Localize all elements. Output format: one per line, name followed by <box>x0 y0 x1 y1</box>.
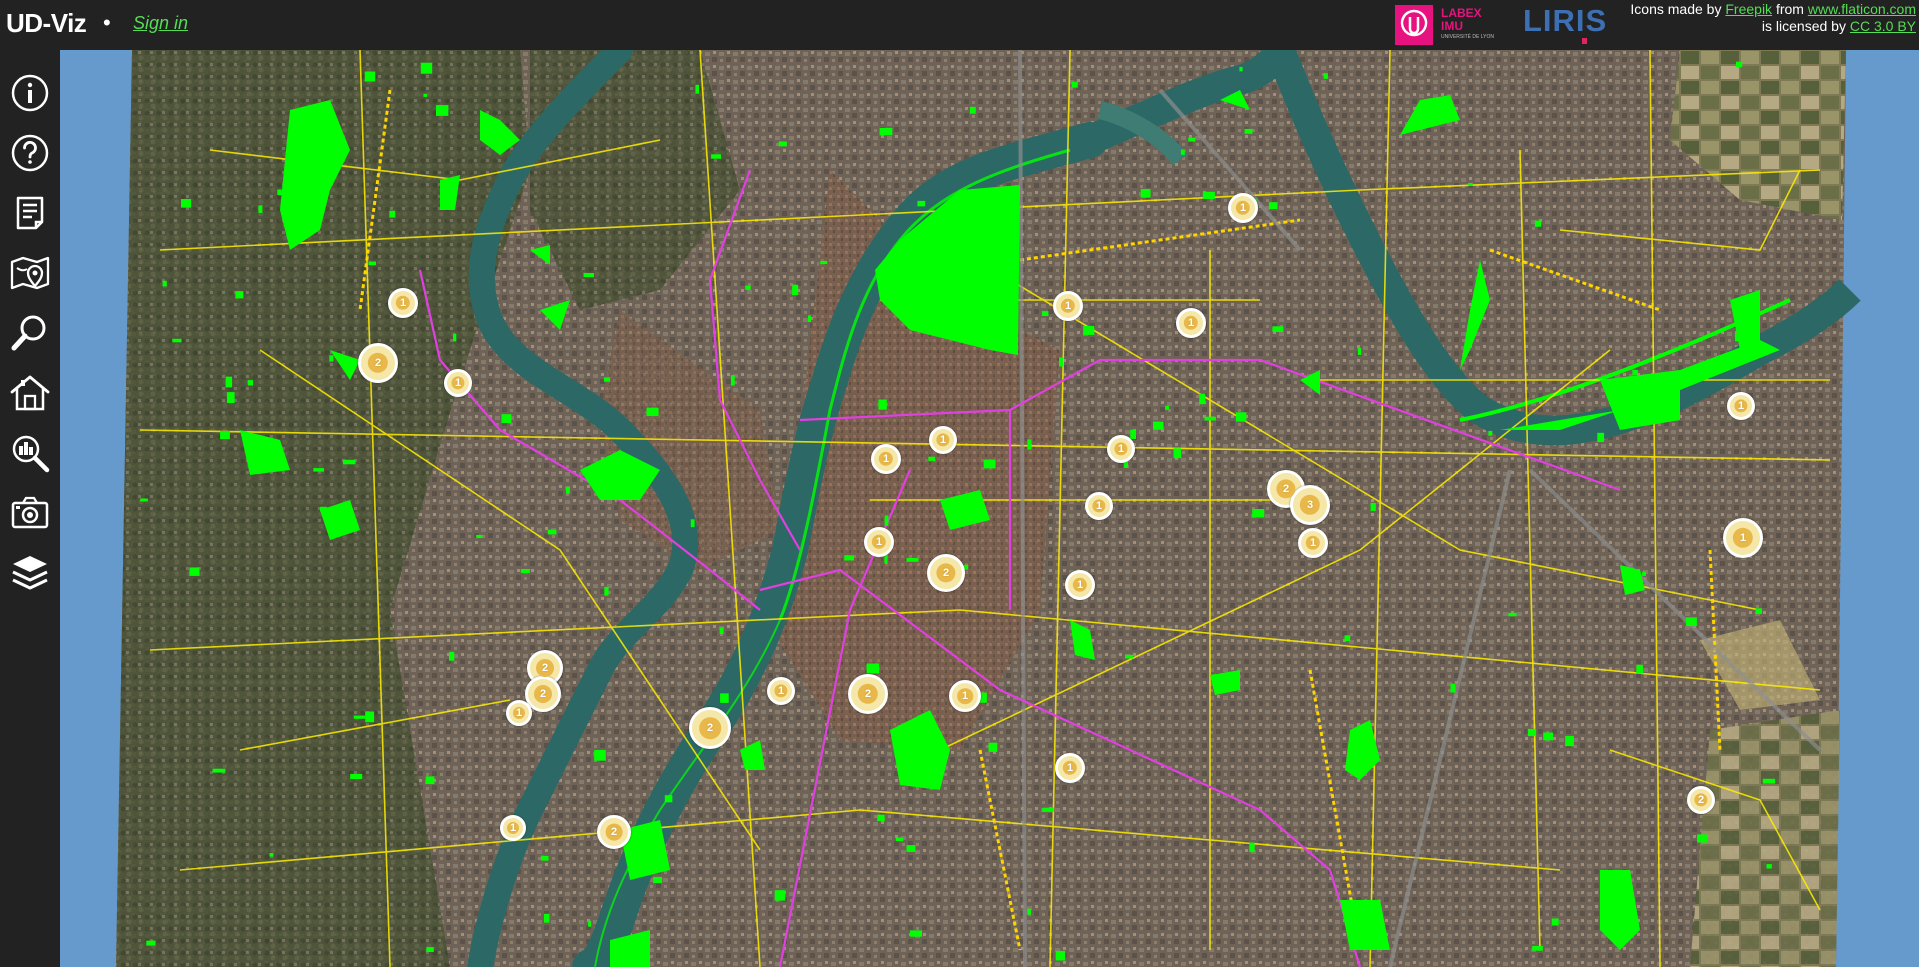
liris-logo-accent <box>1582 38 1587 44</box>
cluster-count: 1 <box>1309 537 1317 549</box>
marker-cluster[interactable]: 1 <box>864 527 894 557</box>
marker-cluster[interactable]: 1 <box>388 288 418 318</box>
side-toolbar <box>0 50 60 967</box>
sign-in-link[interactable]: Sign in <box>133 13 188 34</box>
top-bar: UD-Viz • Sign in LABEX IMU UNIVERSITÉ DE… <box>0 0 1919 50</box>
cluster-count: 2 <box>1282 483 1290 495</box>
marker-cluster[interactable]: 1 <box>949 680 981 712</box>
marker-cluster[interactable]: 2 <box>927 554 965 592</box>
search-icon <box>11 315 46 351</box>
title-dot: • <box>103 10 111 35</box>
marker-cluster[interactable]: 1 <box>1228 193 1258 223</box>
cluster-count: 2 <box>942 567 950 579</box>
cluster-count: 1 <box>1064 300 1072 312</box>
marker-cluster[interactable]: 2 <box>848 674 888 714</box>
cluster-count: 1 <box>515 707 523 719</box>
documents-button[interactable] <box>9 192 51 234</box>
icon-credits: Icons made by Freepik from www.flaticon.… <box>1630 1 1916 35</box>
liris-logo: LIRIS <box>1523 3 1608 38</box>
map-viewport[interactable]: 1 2 1 1 1 1 1 1 1 1 2 3 1 1 1 1 2 1 2 2 1 1 2 1 2 1 2 1 2 <box>60 50 1919 967</box>
license-link[interactable]: CC 3.0 BY <box>1850 18 1916 34</box>
marker-cluster[interactable]: 1 <box>1085 492 1113 520</box>
help-button[interactable] <box>9 132 51 174</box>
cluster-count: 2 <box>541 662 549 674</box>
cluster-count: 1 <box>399 297 407 309</box>
layers-icon <box>12 556 48 590</box>
labex-logo-mark <box>1395 5 1433 45</box>
cluster-count: 1 <box>1095 500 1103 512</box>
marker-cluster[interactable]: 1 <box>1298 528 1328 558</box>
cluster-count: 1 <box>777 685 785 697</box>
marker-cluster[interactable]: 2 <box>1687 786 1715 814</box>
cluster-count: 1 <box>939 434 947 446</box>
cluster-count: 2 <box>610 826 618 838</box>
cluster-count: 1 <box>961 690 969 702</box>
flaticon-link[interactable]: www.flaticon.com <box>1808 1 1916 17</box>
map-pin-icon <box>10 256 50 290</box>
credits-text: from <box>1775 1 1804 17</box>
search-button[interactable] <box>9 312 51 354</box>
house-icon <box>10 375 50 411</box>
labex-wordmark: LABEX IMU <box>1441 7 1482 33</box>
marker-cluster[interactable]: 1 <box>871 444 901 474</box>
credits-text: is licensed by <box>1761 18 1846 34</box>
credits-line2: is licensed by CC 3.0 BY <box>1630 18 1916 35</box>
inspect-city-icon <box>12 435 50 473</box>
marker-cluster[interactable]: 2 <box>597 815 631 849</box>
credits-text: Icons made by <box>1630 1 1722 17</box>
marker-cluster[interactable]: 3 <box>1290 485 1330 525</box>
marker-cluster[interactable]: 1 <box>500 815 526 841</box>
cluster-count: 1 <box>1739 532 1747 544</box>
cluster-count: 1 <box>1117 443 1125 455</box>
marker-cluster[interactable]: 2 <box>689 707 731 749</box>
cluster-count: 1 <box>882 453 890 465</box>
cluster-count: 1 <box>875 536 883 548</box>
cluster-count: 2 <box>1697 794 1705 806</box>
app-title: UD-Viz <box>6 8 87 38</box>
labex-imu-logo: LABEX IMU UNIVERSITÉ DE LYON <box>1395 5 1495 45</box>
cluster-count: 2 <box>374 357 382 369</box>
freepik-link[interactable]: Freepik <box>1725 1 1772 17</box>
document-icon <box>16 196 44 230</box>
info-icon <box>11 74 49 112</box>
marker-cluster[interactable]: 1 <box>1723 518 1763 558</box>
inspect-button[interactable] <box>9 432 51 474</box>
marker-cluster[interactable]: 1 <box>929 426 957 454</box>
marker-cluster[interactable]: 1 <box>444 369 472 397</box>
cluster-count: 1 <box>1076 579 1084 591</box>
marker-cluster[interactable]: 1 <box>506 700 532 726</box>
cluster-count: 2 <box>539 688 547 700</box>
cluster-count: 1 <box>1187 317 1195 329</box>
marker-cluster[interactable]: 1 <box>1727 392 1755 420</box>
building-button[interactable] <box>9 372 51 414</box>
cluster-count: 1 <box>1066 762 1074 774</box>
cluster-count: 1 <box>454 377 462 389</box>
credits-line1: Icons made by Freepik from www.flaticon.… <box>1630 1 1916 18</box>
labex-line2: IMU <box>1441 19 1463 33</box>
question-icon <box>11 134 49 172</box>
labex-subtitle: UNIVERSITÉ DE LYON <box>1441 34 1494 40</box>
marker-cluster[interactable]: 1 <box>1053 291 1083 321</box>
cluster-count: 1 <box>1239 202 1247 214</box>
cluster-count: 1 <box>1737 400 1745 412</box>
camera-icon <box>11 496 49 529</box>
cluster-count: 2 <box>706 722 714 734</box>
marker-cluster[interactable]: 1 <box>1065 570 1095 600</box>
marker-cluster[interactable]: 1 <box>1176 308 1206 338</box>
cluster-count: 2 <box>864 688 872 700</box>
marker-cluster[interactable]: 1 <box>1107 435 1135 463</box>
marker-cluster[interactable]: 1 <box>767 677 795 705</box>
cluster-count: 3 <box>1306 499 1314 511</box>
marker-cluster[interactable]: 2 <box>358 343 398 383</box>
marker-cluster-layer: 1 2 1 1 1 1 1 1 1 1 2 3 1 1 1 1 2 1 2 2 1 1 2 1 2 1 2 1 2 <box>60 50 1919 967</box>
camera-button[interactable] <box>9 492 51 534</box>
map-button[interactable] <box>9 252 51 294</box>
marker-cluster[interactable]: 1 <box>1055 753 1085 783</box>
layers-button[interactable] <box>9 552 51 594</box>
cluster-count: 1 <box>509 822 517 834</box>
about-button[interactable] <box>9 72 51 114</box>
